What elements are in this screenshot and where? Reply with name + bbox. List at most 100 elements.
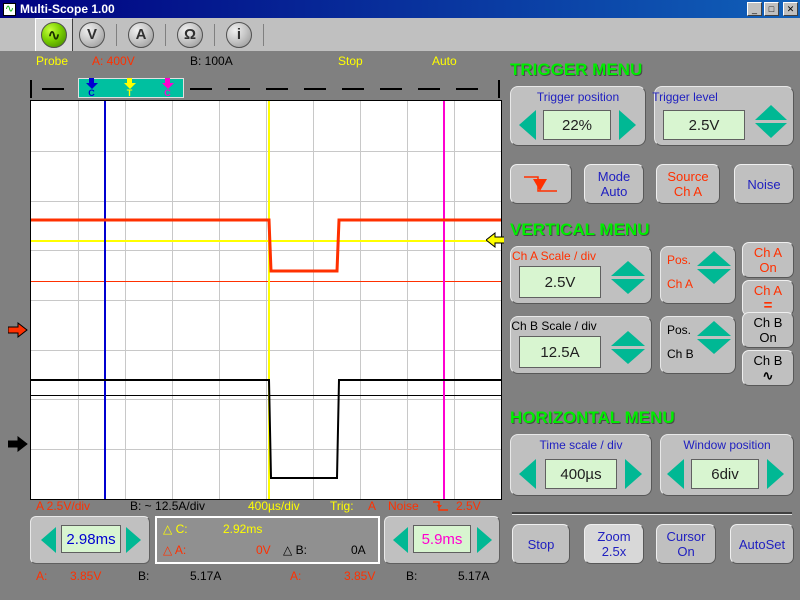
ch-b-scale-group: Ch B Scale / div 12.5A	[510, 316, 652, 374]
ammeter-icon: A	[128, 21, 154, 48]
trigger-slope-button[interactable]	[510, 164, 572, 204]
trigger-mode-line1: Mode	[597, 169, 631, 184]
right-ch-b-label: B:	[406, 569, 418, 583]
cursor-left-inc-button[interactable]	[126, 527, 141, 553]
voltmeter-icon: V	[79, 21, 105, 48]
delta-a-label: △ A:	[163, 543, 187, 557]
trigger-mode-readout: Auto	[432, 54, 457, 68]
autoset-button[interactable]: AutoSet	[730, 524, 794, 564]
autoset-button-label: AutoSet	[738, 536, 786, 552]
ch-a-pos-line2: Ch A	[667, 277, 694, 291]
ch-b-pos-down-button[interactable]	[697, 339, 731, 354]
window-position-dec-button[interactable]	[667, 459, 684, 489]
toolbar-tab-ohmmeter[interactable]: Ω	[171, 18, 209, 51]
ch-b-coupling-button[interactable]: Ch B ∿	[742, 350, 794, 386]
ch-b-on-button[interactable]: Ch B On	[742, 312, 794, 348]
ch-a-scale-label: Ch A Scale / div	[511, 249, 597, 263]
graticule-grid[interactable]	[30, 100, 502, 500]
left-ch-a-label: A:	[36, 569, 48, 583]
minimize-button[interactable]: _	[747, 2, 762, 16]
falling-edge-icon	[524, 176, 557, 192]
left-ch-b-value: 5.17A	[190, 569, 222, 583]
toolbar-tab-ammeter[interactable]: A	[122, 18, 160, 51]
trigger-position-dec-button[interactable]	[519, 110, 536, 140]
toolbar-tab-scope[interactable]: ∿	[35, 18, 73, 51]
time-scale-dec-button[interactable]	[519, 459, 536, 489]
cursor-right-panel: 5.9ms	[384, 516, 500, 564]
left-ch-a-value: 3.85V	[70, 569, 102, 583]
trigger-source-button[interactable]: Source Ch A	[656, 164, 720, 204]
status-trig-slope-icon	[432, 500, 450, 515]
cursor-right-dec-button[interactable]	[393, 527, 408, 553]
wpos-tick	[380, 88, 402, 90]
ch-a-scale-value[interactable]: 2.5V	[519, 266, 601, 298]
trigger-mode-button[interactable]: Mode Auto	[584, 164, 644, 204]
maximize-button[interactable]: □	[764, 2, 779, 16]
left-ch-b-label: B:	[138, 569, 150, 583]
trigger-position-inc-button[interactable]	[619, 110, 636, 140]
ch-a-pos-up-button[interactable]	[697, 251, 731, 266]
run-state-readout: Stop	[338, 54, 363, 68]
cursor-left-value[interactable]: 2.98ms	[61, 525, 121, 553]
delta-a-value: 0V	[256, 543, 271, 557]
toolbar-tab-voltmeter[interactable]: V	[73, 18, 111, 51]
info-icon: i	[226, 21, 252, 48]
window-position-inc-button[interactable]	[767, 459, 784, 489]
ch-a-on-button[interactable]: Ch A On	[742, 242, 794, 278]
scope-header: Probe A: 400V B: 100A Stop Auto	[0, 52, 504, 74]
cursor-toggle-button[interactable]: Cursor On	[656, 524, 716, 564]
panel-divider	[512, 512, 792, 515]
ch-b-pos-up-button[interactable]	[697, 321, 731, 336]
cursor-readout-area: 2.98ms △ C: 2.92ms △ A: 0V △ B: 0A 5.9ms…	[0, 514, 504, 600]
stop-button[interactable]: Stop	[512, 524, 570, 564]
cursor-button-line1: Cursor	[666, 529, 706, 544]
cursor-right-marker[interactable]: C	[161, 78, 174, 98]
ch-a-pos-down-button[interactable]	[697, 269, 731, 284]
delta-c-label: △ C:	[163, 522, 188, 536]
wpos-left-end	[30, 80, 32, 98]
trigger-marker[interactable]: T	[123, 78, 136, 98]
wpos-tick	[190, 88, 212, 90]
ch-a-position-group: Pos. Ch A	[660, 246, 736, 304]
close-button[interactable]: ✕	[783, 2, 798, 16]
graticule-container	[7, 100, 506, 500]
window-position-value[interactable]: 6div	[691, 459, 759, 489]
cursor-button-line2: On	[677, 544, 695, 559]
scope-wave-icon: ∿	[41, 22, 67, 48]
wpos-tick	[304, 88, 326, 90]
trigger-level-value[interactable]: 2.5V	[663, 110, 745, 140]
cursor-right-inc-button[interactable]	[477, 527, 492, 553]
status-trig-noise: Noise	[388, 499, 419, 513]
ch-a-coupling-symbol: =	[763, 297, 773, 314]
toolbar-divider-3	[214, 23, 215, 46]
horizontal-menu-title: HORIZONTAL MENU	[510, 408, 675, 427]
trigger-position-value[interactable]: 22%	[543, 110, 611, 140]
zoom-button[interactable]: Zoom 2.5x	[584, 524, 644, 564]
window-position-strip[interactable]: C T C	[30, 76, 500, 98]
window-position-box[interactable]: C T C	[78, 78, 184, 98]
time-scale-value[interactable]: 400µs	[545, 459, 617, 489]
ch-b-scale-value[interactable]: 12.5A	[519, 336, 601, 368]
ch-a-scale-up-button[interactable]	[611, 261, 645, 276]
time-scale-inc-button[interactable]	[625, 459, 642, 489]
trigger-level-group: Trigger level 2.5V	[652, 86, 794, 146]
wpos-tick	[418, 88, 440, 90]
ch-a-scale-down-button[interactable]	[611, 279, 645, 294]
ch-b-scale-up-button[interactable]	[611, 331, 645, 346]
ch-a-coupling-button[interactable]: Ch A =	[742, 280, 794, 316]
trigger-level-down-button[interactable]	[755, 123, 787, 138]
toolbar-divider-4	[263, 23, 264, 46]
trigger-noise-button[interactable]: Noise	[734, 164, 794, 204]
trigger-source-line1: Source	[667, 169, 709, 184]
delta-b-label: △ B:	[283, 543, 307, 557]
cursor-right-value[interactable]: 5.9ms	[413, 525, 471, 553]
trigger-marker-label: T	[126, 88, 133, 98]
ch-b-probe-readout: B: 100A	[190, 54, 233, 68]
cursor-left-dec-button[interactable]	[41, 527, 56, 553]
wpos-tick	[456, 88, 478, 90]
ch-b-scale-down-button[interactable]	[611, 349, 645, 364]
cursor-left-marker[interactable]: C	[85, 78, 98, 98]
toolbar-tab-info[interactable]: i	[220, 18, 258, 51]
trigger-menu-title: TRIGGER MENU	[510, 60, 643, 79]
trigger-level-up-button[interactable]	[755, 105, 787, 120]
